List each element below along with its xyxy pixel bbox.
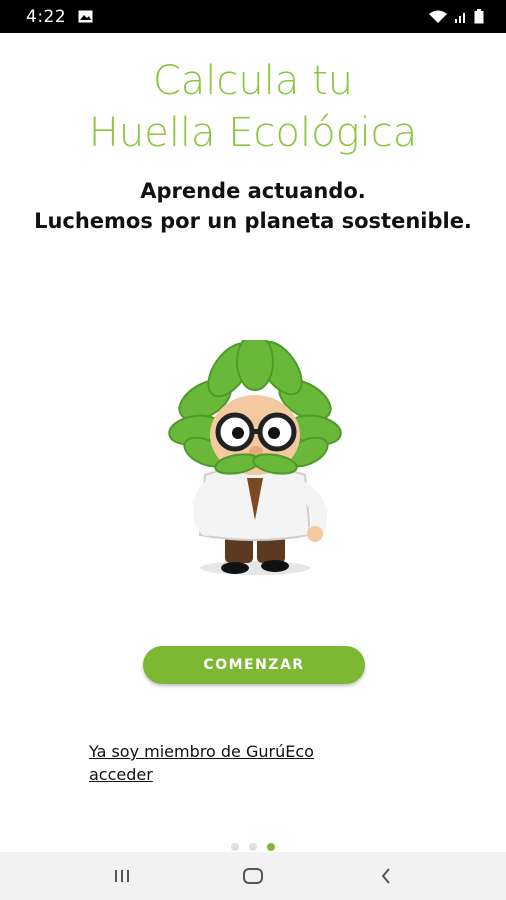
signal-icon bbox=[454, 10, 468, 24]
member-login-link[interactable]: Ya soy miembro de GurúEco acceder bbox=[89, 740, 409, 786]
recent-apps-icon[interactable] bbox=[92, 852, 152, 900]
status-time: 4:22 bbox=[26, 6, 67, 27]
back-icon[interactable] bbox=[356, 852, 416, 900]
gallery-icon bbox=[78, 10, 93, 23]
home-icon[interactable] bbox=[223, 852, 283, 900]
system-nav-bar bbox=[0, 852, 506, 900]
page-dot-active bbox=[267, 843, 275, 851]
status-bar: 4:22 bbox=[0, 0, 506, 33]
page-indicator bbox=[0, 842, 506, 852]
eco-guru-mascot bbox=[165, 333, 350, 580]
page-title: Calcula tu Huella Ecológica bbox=[0, 55, 506, 159]
subtitle-line-2: Luchemos por un planeta sostenible. bbox=[34, 209, 472, 233]
battery-icon bbox=[474, 9, 484, 24]
member-link-line-1: Ya soy miembro de GurúEco bbox=[89, 742, 314, 761]
subtitle-line-1: Aprende actuando. bbox=[140, 179, 366, 203]
title-line-1: Calcula tu bbox=[152, 58, 354, 104]
member-link-line-2: acceder bbox=[89, 765, 153, 784]
status-right bbox=[428, 9, 484, 24]
subtitle: Aprende actuando. Luchemos por un planet… bbox=[0, 176, 506, 236]
status-left: 4:22 bbox=[26, 7, 93, 27]
page-dot bbox=[231, 843, 239, 851]
page-dot bbox=[249, 843, 257, 851]
title-line-2: Huella Ecológica bbox=[88, 110, 418, 156]
start-button[interactable]: COMENZAR bbox=[143, 646, 365, 684]
wifi-icon bbox=[428, 10, 448, 24]
